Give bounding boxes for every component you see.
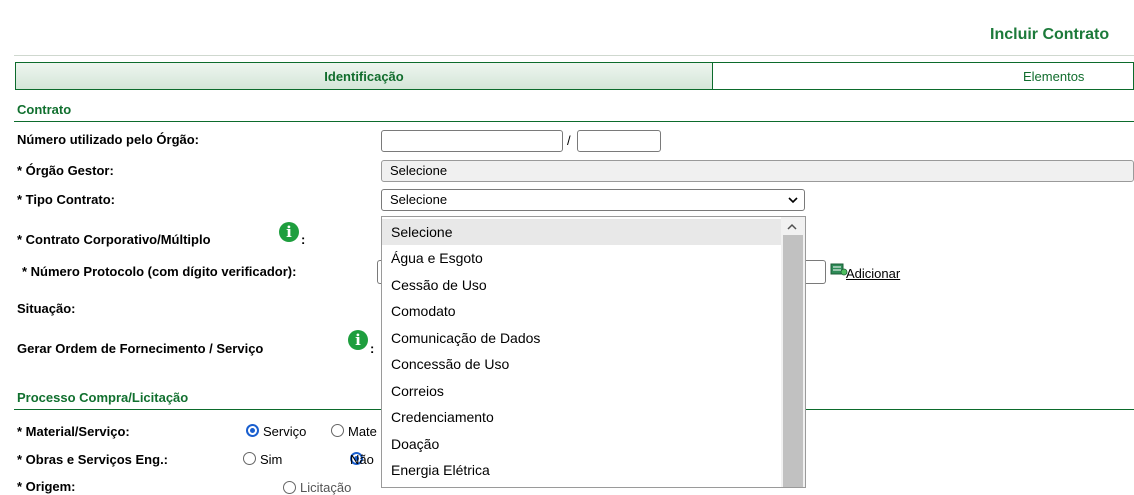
page-title: Incluir Contrato bbox=[990, 26, 1110, 43]
tipo-contrato-value: Selecione bbox=[390, 192, 448, 207]
material-servico-label: * Material/Serviço: bbox=[17, 424, 130, 439]
numero-orgao-label: Número utilizado pelo Órgão: bbox=[17, 132, 200, 147]
section-title-processo: Processo Compra/Licitação bbox=[17, 390, 189, 405]
gerar-ordem-label: Gerar Ordem de Fornecimento / Serviço bbox=[17, 341, 264, 356]
radio-sim-label: Sim bbox=[260, 452, 283, 467]
contrato-corporativo-label: * Contrato Corporativo/Múltiplo bbox=[17, 232, 211, 247]
tipo-contrato-dropdown[interactable]: Selecione Água e Esgoto Cessão de Uso Co… bbox=[381, 216, 806, 488]
radio-material[interactable] bbox=[331, 424, 344, 437]
radio-sim[interactable] bbox=[243, 452, 256, 465]
dropdown-option[interactable]: Doação bbox=[382, 431, 782, 457]
info-icon[interactable]: i bbox=[348, 330, 368, 350]
numero-ano-input[interactable] bbox=[577, 130, 661, 152]
numero-protocolo-label: * Número Protocolo (com dígito verificad… bbox=[22, 264, 297, 279]
section-title-contrato: Contrato bbox=[17, 102, 72, 117]
chevron-down-icon bbox=[788, 197, 798, 204]
protocolo-digito-input[interactable] bbox=[806, 260, 826, 284]
dropdown-option[interactable]: Cessão de Uso bbox=[382, 272, 782, 298]
dropdown-option[interactable]: Comodato bbox=[382, 298, 782, 324]
orgao-gestor-label: * Órgão Gestor: bbox=[17, 163, 114, 178]
dropdown-option[interactable]: Correios bbox=[382, 378, 782, 404]
radio-nao-label: Não bbox=[350, 452, 374, 467]
contrato-corporativo-colon: : bbox=[301, 232, 306, 247]
dropdown-option[interactable]: Credenciamento bbox=[382, 404, 782, 430]
gerar-ordem-colon: : bbox=[370, 341, 375, 356]
dropdown-option[interactable]: Selecione bbox=[382, 219, 782, 245]
orgao-gestor-select[interactable]: Selecione bbox=[381, 160, 1134, 182]
title-divider bbox=[14, 55, 1134, 56]
tab-identificacao[interactable]: Identificação bbox=[16, 63, 713, 89]
numero-separator: / bbox=[567, 133, 571, 148]
dropdown-option[interactable]: Energia Elétrica bbox=[382, 457, 782, 483]
tipo-contrato-select[interactable]: Selecione bbox=[381, 189, 805, 211]
tab-bar: Identificação Elementos bbox=[15, 62, 1134, 90]
scrollbar-thumb[interactable] bbox=[783, 235, 803, 487]
origem-label: * Origem: bbox=[17, 479, 76, 494]
dropdown-option[interactable]: Concessão de Uso bbox=[382, 351, 782, 377]
radio-material-label: Mate bbox=[348, 424, 377, 439]
situacao-label: Situação: bbox=[17, 301, 76, 316]
numero-orgao-input[interactable] bbox=[381, 130, 563, 152]
orgao-gestor-value: Selecione bbox=[390, 163, 448, 178]
radio-servico[interactable] bbox=[246, 424, 259, 437]
adicionar-link[interactable]: Adicionar bbox=[846, 266, 900, 281]
dropdown-option[interactable]: Água e Esgoto bbox=[382, 245, 782, 271]
obras-servicos-label: * Obras e Serviços Eng.: bbox=[17, 452, 169, 467]
dropdown-option[interactable]: Comunicação de Dados bbox=[382, 325, 782, 351]
dropdown-scrollbar[interactable] bbox=[781, 217, 805, 487]
radio-servico-label: Serviço bbox=[263, 424, 307, 439]
info-icon[interactable]: i bbox=[279, 222, 299, 242]
tab-elementos[interactable]: Elementos bbox=[713, 63, 1133, 89]
section-divider bbox=[14, 121, 1134, 122]
tipo-contrato-label: * Tipo Contrato: bbox=[17, 192, 115, 207]
scroll-up-arrow-icon[interactable] bbox=[787, 223, 797, 231]
